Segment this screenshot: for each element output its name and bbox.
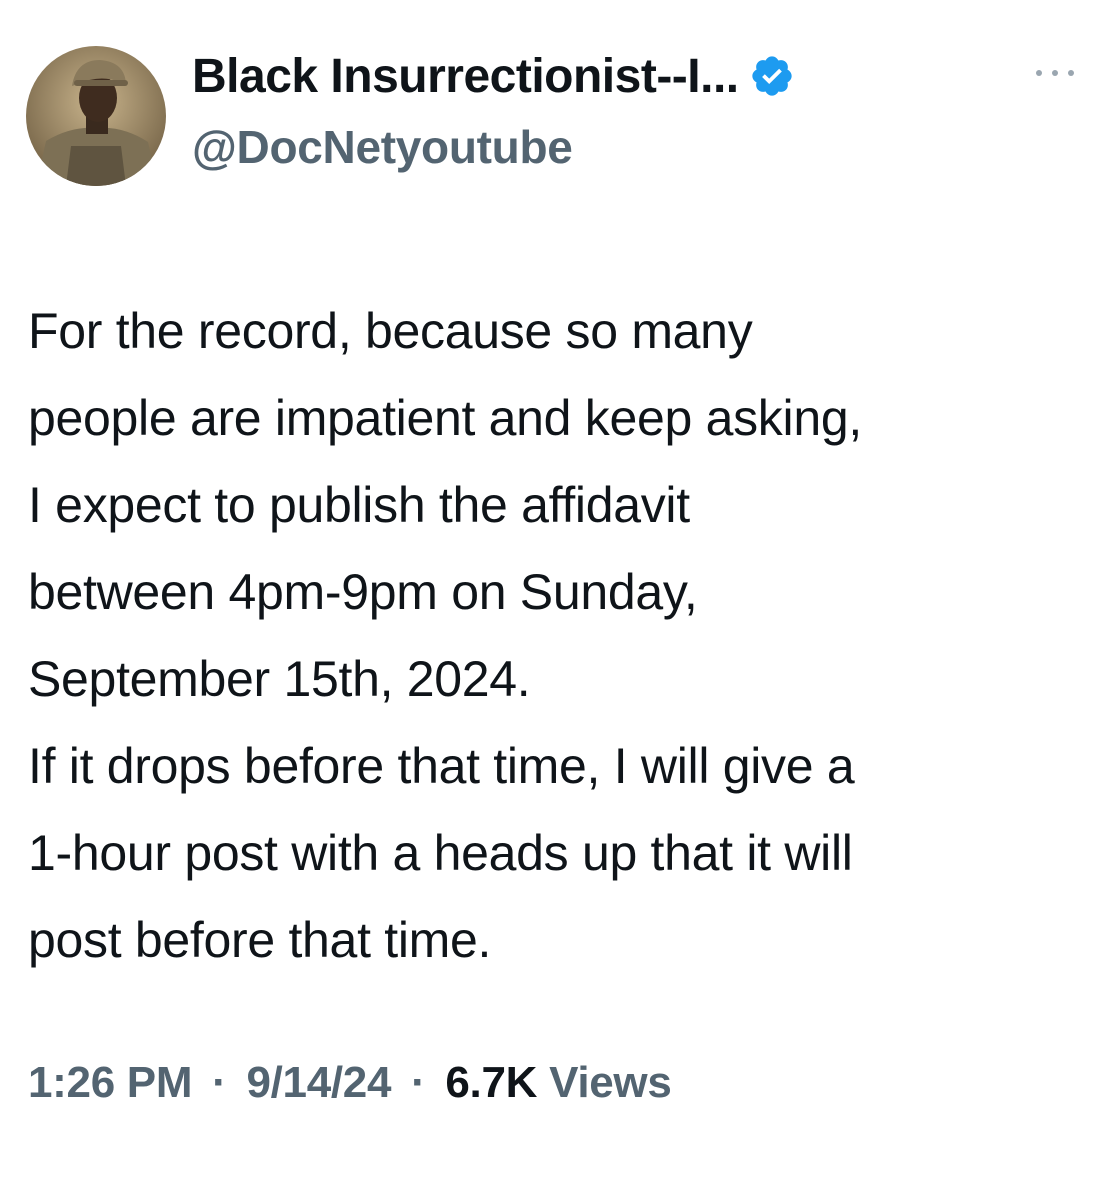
post-text-line: between 4pm-9pm on Sunday,	[28, 564, 698, 620]
post-text-line: For the record, because so many	[28, 303, 753, 359]
post-text-line: post before that time.	[28, 912, 492, 968]
post-text-line: I expect to publish the affidavit	[28, 477, 690, 533]
avatar[interactable]	[26, 46, 166, 186]
more-dots-icon[interactable]	[1030, 58, 1080, 88]
post-text-line: people are impatient and keep asking,	[28, 390, 862, 446]
post-date[interactable]: 9/14/24	[246, 1058, 391, 1107]
meta-separator: ·	[212, 1058, 227, 1107]
meta-separator: ·	[411, 1058, 426, 1107]
author-display-name[interactable]: Black Insurrectionist--I...	[192, 49, 739, 104]
post-text-line: If it drops before that time, I will giv…	[28, 738, 855, 794]
post-text: For the record, because so many people a…	[28, 288, 1098, 984]
verified-badge-icon	[749, 53, 795, 99]
author-name-row[interactable]: Black Insurrectionist--I...	[192, 44, 795, 108]
author-handle[interactable]: @DocNetyoutube	[192, 120, 573, 174]
tweet-card: Black Insurrectionist--I... @DocNetyoutu…	[0, 0, 1116, 1200]
avatar-image	[26, 46, 166, 186]
post-time[interactable]: 1:26 PM	[28, 1058, 193, 1107]
post-text-line: September 15th, 2024.	[28, 651, 531, 707]
post-meta: 1:26 PM · 9/14/24 · 6.7K Views	[28, 1058, 672, 1108]
views-label: Views	[549, 1058, 672, 1107]
views-count[interactable]: 6.7K	[445, 1058, 537, 1107]
post-text-line: 1-hour post with a heads up that it will	[28, 825, 853, 881]
